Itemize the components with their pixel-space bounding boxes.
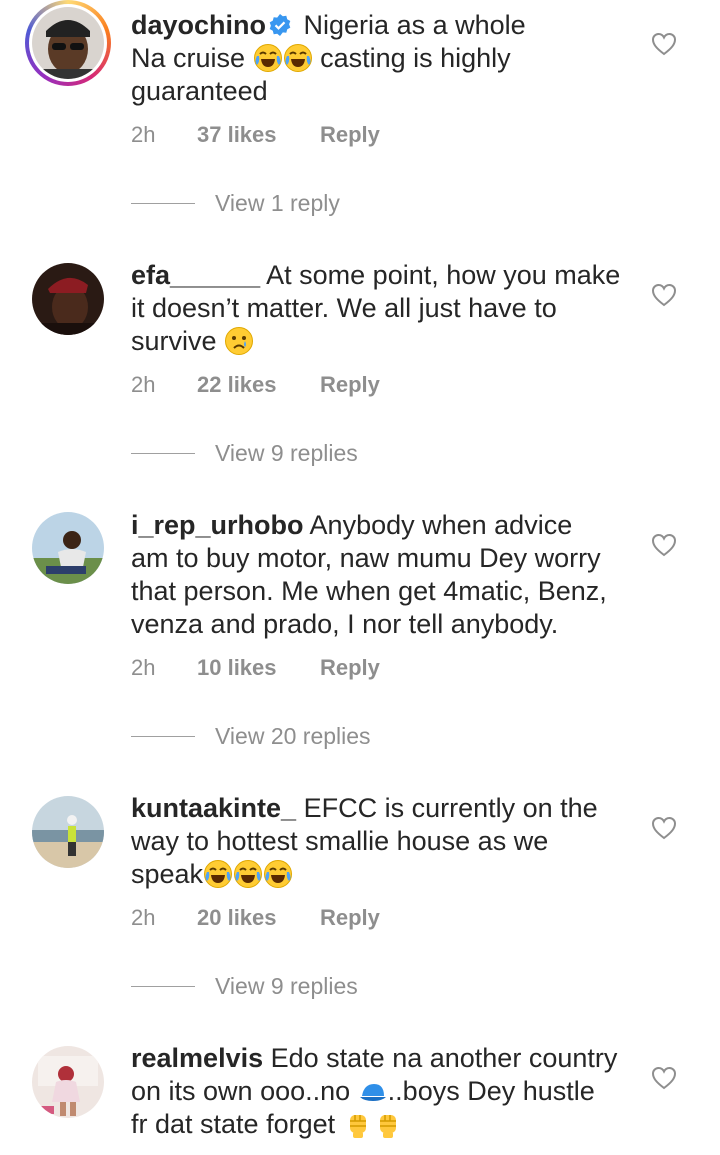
heart-outline-icon[interactable]	[651, 816, 677, 840]
comment-time: 2h	[131, 905, 156, 930]
divider	[131, 453, 195, 454]
comment-text: dayochino Nigeria as a whole Na cruise c…	[131, 10, 526, 106]
reply-button[interactable]: Reply	[320, 122, 380, 148]
avatar[interactable]	[32, 796, 104, 868]
avatar[interactable]	[32, 512, 104, 584]
comment-text: efa______ At some point, how you make it…	[131, 260, 621, 356]
view-replies-button[interactable]: View 20 replies	[131, 723, 371, 750]
comment-meta: 2h 10 likes Reply	[131, 655, 380, 681]
comment-text: kuntaakinte_ EFCC is currently on the wa…	[131, 793, 598, 889]
view-replies-button[interactable]: View 9 replies	[131, 440, 358, 467]
heart-outline-icon[interactable]	[651, 32, 677, 56]
heart-outline-icon[interactable]	[651, 533, 677, 557]
divider	[131, 986, 195, 987]
comment-username[interactable]: kuntaakinte_	[131, 793, 296, 823]
raised-fist-emoji	[373, 1109, 403, 1139]
comment-meta: 2h 37 likes Reply	[131, 122, 380, 148]
comment-likes[interactable]: 22 likes	[197, 372, 320, 398]
comment-text: realmelvis Edo state na another country …	[131, 1043, 618, 1139]
raised-fist-emoji	[343, 1109, 373, 1139]
face-with-tears-of-joy-emoji	[253, 43, 283, 73]
comment-text: i_rep_urhobo Anybody when advice am to b…	[131, 510, 607, 639]
comment-username[interactable]: realmelvis	[131, 1043, 263, 1073]
reply-button[interactable]: Reply	[320, 655, 380, 681]
view-replies-button[interactable]: View 9 replies	[131, 973, 358, 1000]
view-replies-button[interactable]: View 1 reply	[131, 190, 340, 217]
comment-username[interactable]: efa______	[131, 260, 260, 290]
face-with-tears-of-joy-emoji	[203, 859, 233, 889]
face-with-tears-of-joy-emoji	[263, 859, 293, 889]
comment-time: 2h	[131, 655, 156, 680]
face-with-tears-of-joy-emoji	[233, 859, 263, 889]
avatar[interactable]	[25, 0, 111, 86]
heart-outline-icon[interactable]	[651, 283, 677, 307]
avatar[interactable]	[32, 263, 104, 335]
reply-button[interactable]: Reply	[320, 905, 380, 931]
heart-outline-icon[interactable]	[651, 1066, 677, 1090]
avatar[interactable]	[32, 1046, 104, 1118]
comment-meta: 2h 20 likes Reply	[131, 905, 380, 931]
comment-username[interactable]: i_rep_urhobo	[131, 510, 304, 540]
blue-cap-emoji	[358, 1076, 388, 1106]
divider	[131, 203, 195, 204]
crying-face-emoji	[224, 326, 254, 356]
comment-likes[interactable]: 10 likes	[197, 655, 320, 681]
comment-likes[interactable]: 20 likes	[197, 905, 320, 931]
comment-meta: 2h 22 likes Reply	[131, 372, 380, 398]
divider	[131, 736, 195, 737]
face-with-tears-of-joy-emoji	[283, 43, 313, 73]
comment-time: 2h	[131, 122, 156, 147]
comment-time: 2h	[131, 372, 156, 397]
comment-likes[interactable]: 37 likes	[197, 122, 320, 148]
comment-username[interactable]: dayochino	[131, 10, 266, 40]
verified-badge-icon	[269, 14, 291, 36]
reply-button[interactable]: Reply	[320, 372, 380, 398]
